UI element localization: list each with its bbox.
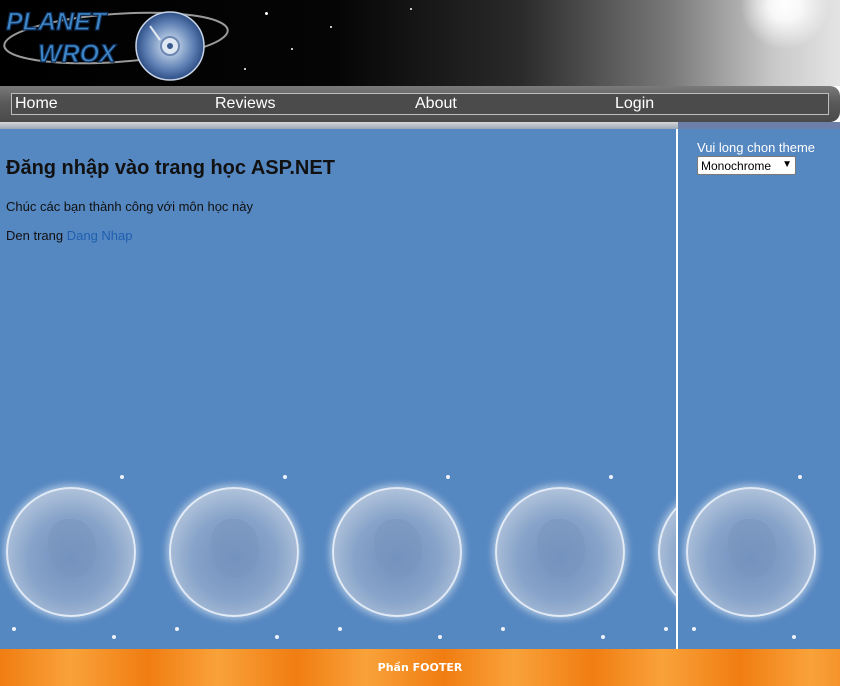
star (244, 68, 246, 70)
star (601, 635, 605, 639)
star (291, 48, 293, 50)
main-menu: Home Reviews About Login (11, 93, 829, 115)
theme-select-value: Monochrome (701, 158, 772, 173)
planet-wrox-logo[interactable]: PLANET WROX (0, 4, 232, 84)
star (330, 26, 332, 28)
globe-decoration (495, 487, 625, 617)
star (175, 627, 179, 631)
goto-prefix: Den trang (6, 228, 64, 243)
logo-graphic: PLANET WROX (3, 7, 229, 81)
globe-decoration (332, 487, 462, 617)
star (275, 635, 279, 639)
globe-decoration (658, 487, 676, 617)
logo-text-planet: PLANET (6, 8, 109, 36)
star (338, 627, 342, 631)
menu-item-login[interactable]: Login (612, 94, 812, 114)
star (12, 627, 16, 631)
site-footer: Phần FOOTER (0, 649, 840, 686)
theme-label: Vui long chon theme (697, 140, 816, 155)
star (664, 627, 668, 631)
menu-item-about[interactable]: About (412, 94, 612, 114)
page-title: Đăng nhập vào trang học ASP.NET (6, 157, 335, 179)
menu-item-reviews[interactable]: Reviews (212, 94, 412, 114)
chevron-down-icon: ▼ (782, 159, 792, 170)
menu-bar: Home Reviews About Login (0, 86, 840, 122)
globe-decoration (6, 487, 136, 617)
main-content: Đăng nhập vào trang học ASP.NET Chúc các… (0, 129, 676, 649)
star (692, 627, 696, 631)
page-subtitle: Chúc các bạn thành công với môn học này (6, 199, 254, 214)
star (501, 627, 505, 631)
site-header: PLANET WROX (0, 0, 840, 86)
globe-decoration (686, 487, 816, 617)
star (438, 635, 442, 639)
star (283, 475, 287, 479)
menu-area: Home Reviews About Login (0, 86, 840, 122)
star (609, 475, 613, 479)
login-link[interactable]: Dang Nhap (67, 228, 133, 243)
menu-item-home[interactable]: Home (12, 94, 212, 114)
light-glow (740, 0, 830, 50)
footer-text: Phần FOOTER (377, 661, 463, 674)
sidebar: Vui long chon theme Monochrome ▼ (678, 122, 840, 649)
goto-line: Den trang Dang Nhap (6, 228, 133, 243)
star (265, 12, 268, 15)
logo-text-wrox: WROX (38, 40, 117, 68)
theme-select[interactable]: Monochrome ▼ (697, 156, 796, 175)
star (410, 8, 412, 10)
globe-decoration (169, 487, 299, 617)
star (798, 475, 802, 479)
star (792, 635, 796, 639)
star (112, 635, 116, 639)
star (446, 475, 450, 479)
star (120, 475, 124, 479)
